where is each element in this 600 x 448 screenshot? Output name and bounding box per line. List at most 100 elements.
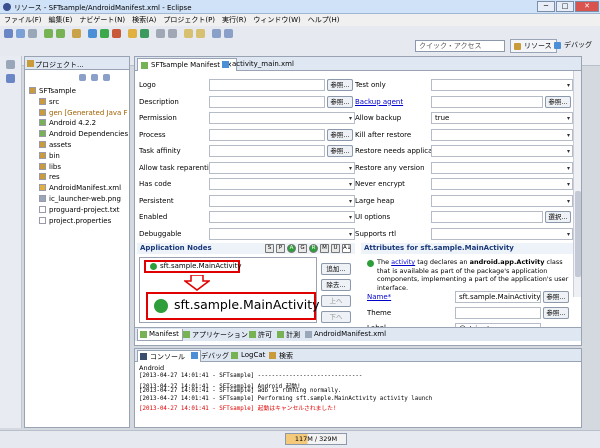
tab-search[interactable]: 検索 bbox=[267, 350, 297, 362]
search-icon[interactable] bbox=[168, 29, 177, 38]
menu-window[interactable]: ウィンドウ(W) bbox=[253, 15, 300, 25]
select-button[interactable]: 選択... bbox=[545, 211, 571, 223]
minimize-button[interactable]: ─ bbox=[537, 1, 555, 12]
attribute-field[interactable]: ▾ bbox=[431, 79, 573, 91]
attribute-field[interactable]: ▾ bbox=[431, 194, 573, 207]
outline-icon[interactable] bbox=[6, 74, 15, 83]
menu-edit[interactable]: 編集(E) bbox=[49, 15, 73, 25]
activity-node-label[interactable]: sft.sample.MainActivity bbox=[160, 262, 242, 270]
down-button[interactable]: 下へ bbox=[321, 311, 351, 323]
external-tools-icon[interactable] bbox=[112, 29, 121, 38]
node-filter-badge[interactable]: G bbox=[298, 244, 307, 253]
menu-help[interactable]: ヘルプ(H) bbox=[308, 15, 340, 25]
attribute-field[interactable]: ▾ bbox=[209, 112, 355, 124]
node-filter-badge[interactable]: R bbox=[309, 244, 318, 253]
node-filter-badge[interactable]: A bbox=[287, 244, 296, 253]
open-type-icon[interactable] bbox=[156, 29, 165, 38]
attribute-field[interactable]: ▾ bbox=[431, 145, 573, 157]
dropdown-arrow-icon[interactable]: ▾ bbox=[567, 197, 570, 207]
browse-button[interactable]: 参照... bbox=[327, 145, 353, 157]
debug-icon[interactable] bbox=[88, 29, 97, 38]
avd-manager-icon[interactable] bbox=[56, 29, 65, 38]
print-icon[interactable] bbox=[28, 29, 37, 38]
save-icon[interactable] bbox=[16, 29, 25, 38]
attribute-label[interactable]: Backup agent bbox=[355, 98, 403, 106]
project-tree-item[interactable]: bin bbox=[39, 151, 60, 162]
tab-permissions[interactable]: 許可 bbox=[247, 329, 275, 341]
back-icon[interactable] bbox=[212, 29, 221, 38]
browse-button[interactable]: 参照... bbox=[545, 95, 571, 108]
theme-field[interactable] bbox=[455, 307, 541, 319]
dropdown-arrow-icon[interactable]: ▾ bbox=[567, 114, 570, 124]
collapse-all-icon[interactable] bbox=[79, 74, 86, 81]
perspective-debug-button[interactable]: デバッグ bbox=[551, 39, 596, 53]
name-label[interactable]: Name* bbox=[367, 293, 391, 301]
dropdown-arrow-icon[interactable]: ▾ bbox=[349, 114, 352, 124]
menu-navigate[interactable]: ナビゲート(N) bbox=[79, 15, 125, 25]
remove-button[interactable]: 除去... bbox=[321, 279, 351, 291]
scrollbar-thumb[interactable] bbox=[575, 191, 581, 277]
new-icon[interactable] bbox=[4, 29, 13, 38]
menu-project[interactable]: プロジェクト(P) bbox=[163, 15, 215, 25]
tab-manifest-xml[interactable]: AndroidManifest.xml bbox=[303, 329, 389, 341]
tab-instrumentation[interactable]: 計測 bbox=[275, 329, 303, 341]
browse-button[interactable]: 参照... bbox=[327, 95, 353, 108]
attribute-field[interactable] bbox=[431, 211, 543, 223]
attribute-field[interactable]: true ▾ bbox=[431, 112, 573, 124]
dropdown-arrow-icon[interactable]: ▾ bbox=[567, 164, 570, 174]
theme-browse-button[interactable]: 参照... bbox=[543, 307, 569, 319]
tab-debug[interactable]: デバッグ bbox=[189, 350, 233, 362]
attribute-field[interactable]: ▾ bbox=[431, 227, 573, 240]
attribute-field[interactable]: ▾ bbox=[209, 178, 355, 190]
restore-icon[interactable] bbox=[6, 60, 15, 69]
android-sdk-icon[interactable] bbox=[44, 29, 53, 38]
project-tree-item[interactable]: res bbox=[39, 173, 60, 183]
node-filter-badge[interactable]: A↓ bbox=[342, 244, 351, 253]
dropdown-arrow-icon[interactable]: ▾ bbox=[349, 180, 352, 190]
menu-file[interactable]: ファイル(F) bbox=[4, 15, 42, 25]
menu-search[interactable]: 検索(A) bbox=[132, 15, 156, 25]
attribute-field[interactable]: ▾ bbox=[209, 211, 355, 223]
attribute-field[interactable] bbox=[209, 128, 325, 141]
project-tree-item[interactable]: Android 4.2.2 bbox=[39, 119, 96, 129]
next-annotation-icon[interactable] bbox=[184, 29, 193, 38]
editor-vertical-scrollbar[interactable] bbox=[573, 71, 581, 297]
new-java-class-icon[interactable] bbox=[140, 29, 149, 38]
node-filter-badge[interactable]: U bbox=[331, 244, 340, 253]
maximize-button[interactable]: □ bbox=[556, 1, 574, 12]
node-filter-badge[interactable]: P bbox=[276, 244, 285, 253]
project-tree-item[interactable]: src bbox=[39, 97, 59, 108]
link-editor-icon[interactable] bbox=[91, 74, 98, 81]
new-java-package-icon[interactable] bbox=[128, 29, 137, 38]
view-menu-icon[interactable] bbox=[103, 74, 110, 81]
forward-icon[interactable] bbox=[224, 29, 233, 38]
project-tree-item[interactable]: proguard-project.txt bbox=[39, 205, 120, 216]
project-tree-item[interactable]: project.properties bbox=[39, 216, 111, 227]
attribute-field[interactable] bbox=[431, 95, 543, 108]
dropdown-arrow-icon[interactable]: ▾ bbox=[349, 197, 352, 207]
dropdown-arrow-icon[interactable]: ▾ bbox=[567, 180, 570, 190]
dropdown-arrow-icon[interactable]: ▾ bbox=[349, 164, 352, 174]
tab-logcat[interactable]: LogCat bbox=[229, 350, 269, 362]
dropdown-arrow-icon[interactable]: ▾ bbox=[567, 230, 570, 240]
node-filter-badge[interactable]: M bbox=[320, 244, 329, 253]
add-button[interactable]: 追加... bbox=[321, 263, 351, 275]
tab-manifest[interactable]: Manifest bbox=[137, 329, 183, 341]
browse-button[interactable]: 参照... bbox=[327, 128, 353, 141]
tab-activity-main[interactable]: activity_main.xml bbox=[219, 58, 298, 71]
attribute-field[interactable]: ▾ bbox=[209, 194, 355, 207]
attribute-field[interactable]: ▾ bbox=[209, 227, 355, 240]
menu-run[interactable]: 実行(R) bbox=[222, 15, 246, 25]
dropdown-arrow-icon[interactable]: ▾ bbox=[349, 213, 352, 223]
project-tree-item[interactable]: AndroidManifest.xml bbox=[39, 184, 121, 194]
attribute-field[interactable] bbox=[209, 145, 325, 157]
up-button[interactable]: 上へ bbox=[321, 295, 351, 307]
close-button[interactable]: ✕ bbox=[575, 1, 599, 12]
node-filter-badge[interactable]: S bbox=[265, 244, 274, 253]
attribute-field[interactable] bbox=[209, 79, 325, 91]
project-tree-item[interactable]: assets bbox=[39, 141, 71, 151]
name-field[interactable]: sft.sample.MainActivity bbox=[455, 291, 541, 303]
dropdown-arrow-icon[interactable]: ▾ bbox=[567, 147, 570, 157]
project-tree-item[interactable]: ic_launcher-web.png bbox=[39, 195, 121, 205]
run-icon[interactable] bbox=[100, 29, 109, 38]
